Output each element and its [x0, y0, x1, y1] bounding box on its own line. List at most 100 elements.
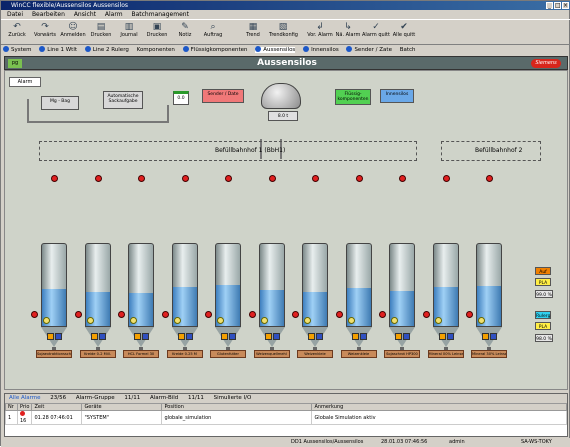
login-button[interactable]: ☺ Anmelden	[59, 22, 87, 44]
silo-nav-button[interactable]: Mineral 30% Leinse	[471, 350, 507, 358]
outlet-valve-icon[interactable]	[260, 317, 268, 324]
silo-tank[interactable]	[345, 243, 372, 355]
nav-komponenten[interactable]: Komponenten	[137, 47, 175, 53]
col-zeit[interactable]: Zeit	[31, 403, 83, 411]
outlet-valve-icon[interactable]	[304, 317, 311, 324]
menu-ansicht[interactable]: Ansicht	[74, 11, 96, 18]
alarm-tab[interactable]: Alarm	[9, 77, 41, 87]
innensilos-button[interactable]: Innensilos	[380, 89, 414, 103]
alarm-tab-all[interactable]: Alle Alarme	[9, 395, 41, 401]
outlet-valve-icon[interactable]	[86, 317, 94, 324]
automatic-bag-box[interactable]: Automatische Sackaufgabe	[103, 91, 143, 109]
inlet-valve-icon[interactable]	[138, 175, 145, 182]
col-position[interactable]: Position	[161, 403, 313, 411]
discharge-valve-icon[interactable]	[466, 311, 473, 318]
col-geraet[interactable]: Geräte	[81, 403, 163, 411]
silo-tank[interactable]	[128, 243, 154, 355]
inlet-valve-icon[interactable]	[51, 175, 58, 182]
prev-alarm-button[interactable]: ↲ Vor. Alarm	[306, 22, 334, 44]
trend-button[interactable]: ▦ Trend	[239, 22, 267, 44]
silo-tank[interactable]	[476, 243, 502, 355]
discharge-valve-icon[interactable]	[422, 311, 430, 318]
ack-alarm-button[interactable]: ✓ Alarm quitt	[362, 22, 390, 44]
silo-nav-button[interactable]: Sojaschrot HP300	[384, 350, 420, 358]
silo-nav-button[interactable]: Weizenkleie	[297, 350, 333, 358]
inlet-valve-icon[interactable]	[181, 175, 189, 182]
silo-nav-button[interactable]: Kreide 0-2 Mill.	[79, 350, 116, 358]
outlet-valve-icon[interactable]	[130, 317, 137, 324]
next-alarm-button[interactable]: ↳ Nä. Alarm	[334, 22, 362, 44]
nav-sender[interactable]: Sender / Zate	[346, 46, 392, 53]
outlet-valve-icon[interactable]	[434, 317, 442, 324]
nav-line2[interactable]: Line 2 Rulerg	[84, 46, 129, 53]
inlet-valve-icon[interactable]	[225, 175, 232, 182]
col-anmerkung[interactable]: Anmerkung	[311, 403, 567, 411]
discharge-valve-icon[interactable]	[248, 311, 256, 318]
forward-button[interactable]: ↷ Vorwärts	[31, 22, 59, 44]
ack-all-button[interactable]: ✔ Alle quitt	[390, 22, 418, 44]
nav-innensilos[interactable]: Innensilos	[303, 46, 339, 53]
outlet-valve-icon[interactable]	[478, 317, 485, 324]
alarm-tab-group[interactable]: Alarm-Gruppe	[76, 395, 115, 401]
silo-nav-button[interactable]: Sojaextraktionsschrot	[36, 350, 72, 358]
nav-batch[interactable]: Batch	[400, 47, 416, 53]
print-screen-button[interactable]: ▤ Drucken	[87, 22, 115, 44]
silo-nav-button[interactable]: Mineral 00% Leinse	[427, 350, 464, 358]
silo-tank[interactable]	[302, 243, 328, 355]
inlet-valve-icon[interactable]	[312, 175, 319, 182]
nav-system[interactable]: System	[3, 46, 32, 53]
trend-config-button[interactable]: ▧ Trendkonfig	[269, 22, 298, 44]
inlet-valve-icon[interactable]	[442, 175, 450, 182]
outlet-valve-icon[interactable]	[347, 317, 355, 324]
mg-bag-box[interactable]: Mg - Bag	[41, 96, 79, 110]
col-prio[interactable]: Prio	[16, 403, 33, 411]
outlet-valve-icon[interactable]	[43, 317, 50, 324]
print-button[interactable]: ▣ Drucken	[143, 22, 171, 44]
inlet-valve-icon[interactable]	[355, 175, 363, 182]
menu-bearbeiten[interactable]: Bearbeiten	[32, 11, 65, 18]
alarm-tab-screen[interactable]: Alarm-Bild	[150, 395, 178, 401]
inlet-valve-icon[interactable]	[94, 175, 102, 182]
table-row[interactable]: 1 16 01.28 07:46:01 "SYSTEM" globale_sim…	[5, 410, 567, 425]
nav-aussensilos[interactable]: Aussensilos	[255, 46, 296, 53]
note-button[interactable]: ✎ Notiz	[171, 22, 199, 44]
inlet-valve-icon[interactable]	[399, 175, 406, 182]
close-button[interactable]: ×	[562, 2, 569, 9]
silo-tank[interactable]	[171, 243, 198, 355]
silo-tank[interactable]	[258, 243, 285, 355]
inlet-valve-icon[interactable]	[268, 175, 276, 182]
silo-nav-button[interactable]: Weizenkleie	[340, 350, 377, 358]
silo-tank[interactable]	[41, 243, 67, 355]
silo-tank[interactable]	[389, 243, 415, 355]
minimize-button[interactable]: _	[546, 2, 553, 9]
discharge-valve-icon[interactable]	[31, 311, 38, 318]
outlet-valve-icon[interactable]	[391, 317, 398, 324]
silo-tank[interactable]	[432, 243, 459, 355]
journal-button[interactable]: ▥ Journal	[115, 22, 143, 44]
outlet-valve-icon[interactable]	[217, 317, 224, 324]
discharge-valve-icon[interactable]	[379, 311, 386, 318]
menu-datei[interactable]: Datei	[7, 11, 23, 18]
discharge-valve-icon[interactable]	[205, 311, 212, 318]
maximize-button[interactable]: □	[554, 2, 561, 9]
silo-nav-button[interactable]: HCL Formel 30	[123, 350, 159, 358]
silo-nav-button[interactable]: Weizenquellmehl	[253, 350, 290, 358]
silo-nav-button[interactable]: Kreide 0.25 M	[166, 350, 203, 358]
discharge-valve-icon[interactable]	[335, 311, 343, 318]
menu-batchmanagement[interactable]: Batchmanagement	[131, 11, 188, 18]
sender-date-button[interactable]: Sender / Date	[202, 89, 244, 103]
nav-line1[interactable]: Line 1 Wtlt	[39, 46, 77, 53]
order-button[interactable]: ⌕ Auftrag	[199, 22, 227, 44]
discharge-valve-icon[interactable]	[161, 311, 169, 318]
col-nr[interactable]: Nr	[5, 403, 18, 411]
discharge-valve-icon[interactable]	[292, 311, 299, 318]
menu-alarm[interactable]: Alarm	[105, 11, 123, 18]
silo-tank[interactable]	[215, 243, 241, 355]
silo-tank[interactable]	[84, 243, 111, 355]
discharge-valve-icon[interactable]	[118, 311, 125, 318]
back-button[interactable]: ↶ Zurück	[3, 22, 31, 44]
discharge-valve-icon[interactable]	[74, 311, 82, 318]
silo-nav-button[interactable]: Glutenfutter	[210, 350, 246, 358]
alarm-tab-sim[interactable]: Simulierte I/O	[214, 395, 252, 401]
fluessig-button[interactable]: Flüssig-komponenten	[335, 89, 371, 105]
